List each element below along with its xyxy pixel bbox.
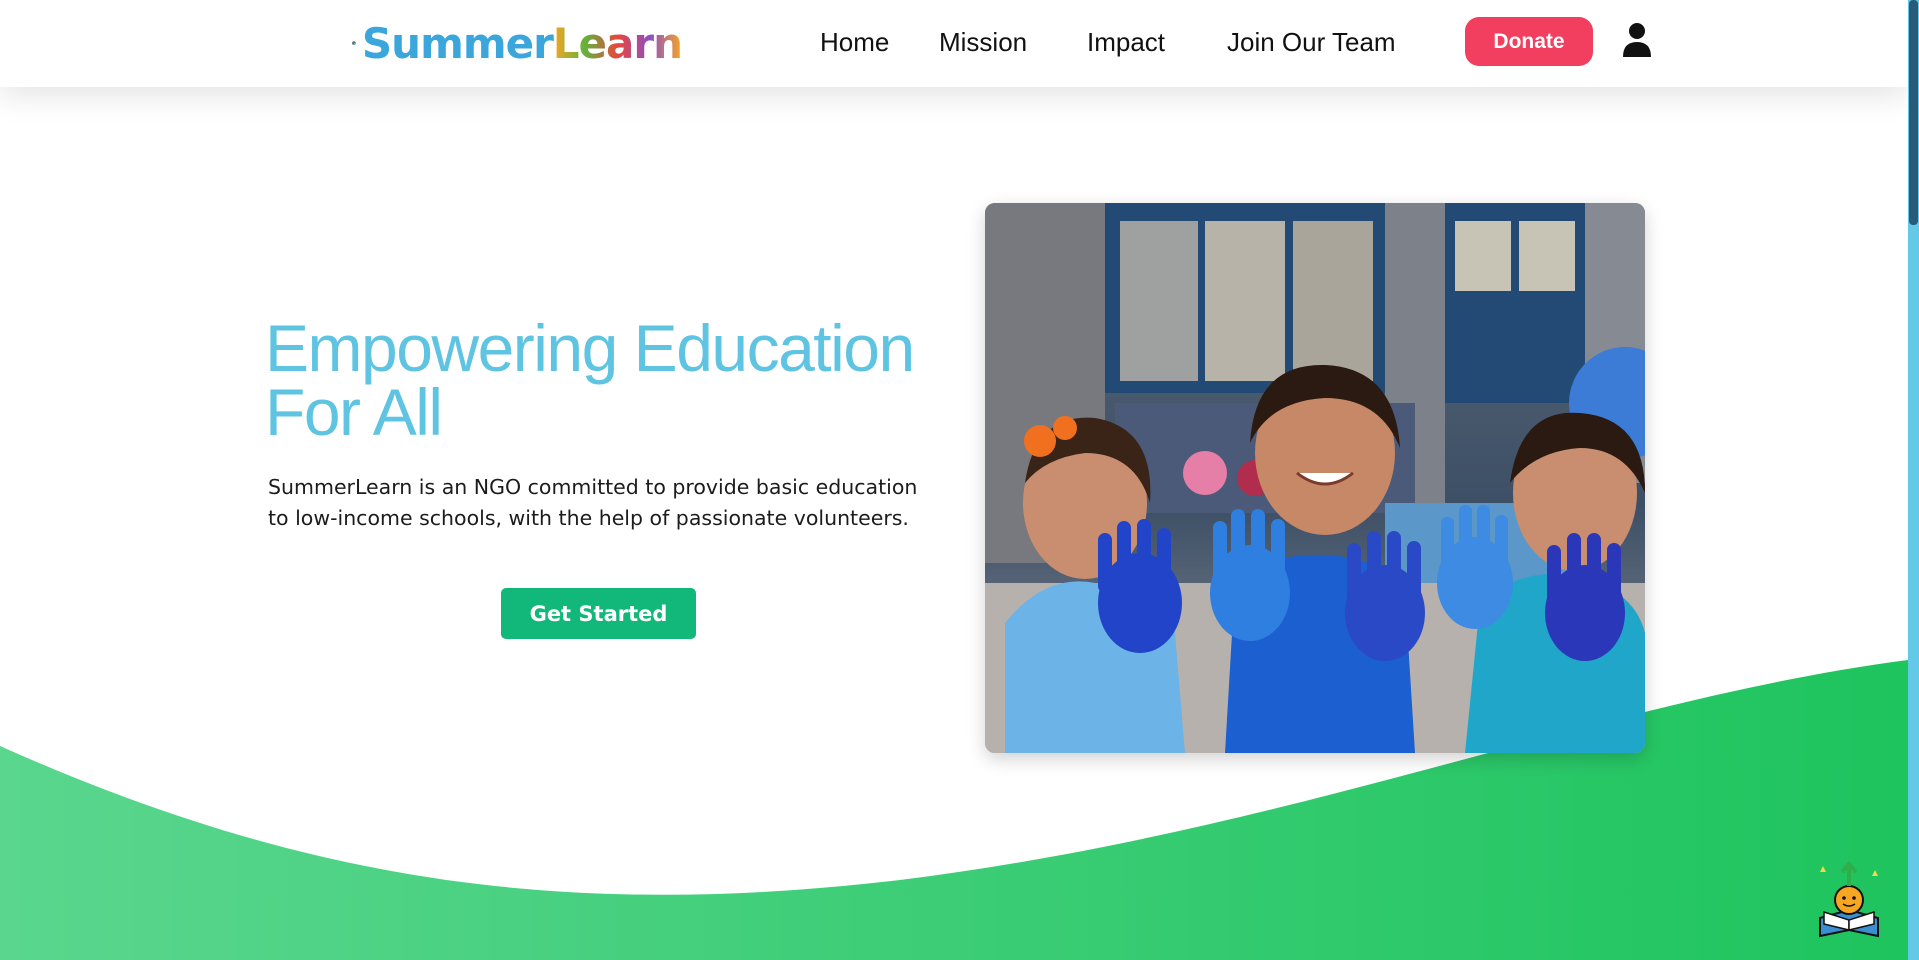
hero-description-line2: to low-income schools, with the help of …	[268, 506, 909, 530]
page-scrollbar[interactable]	[1908, 0, 1919, 960]
donate-button[interactable]: Donate	[1465, 17, 1593, 66]
book-mascot-icon[interactable]	[1810, 858, 1888, 942]
brand-logo[interactable]: Summer Learn	[352, 5, 683, 81]
brand-name: Summer Learn	[361, 18, 683, 68]
get-started-button[interactable]: Get Started	[501, 588, 696, 639]
scrollbar-thumb[interactable]	[1909, 0, 1918, 225]
hero-photo	[985, 203, 1645, 753]
hero-description-line1: SummerLearn is an NGO committed to provi…	[268, 475, 918, 499]
hero-title-line2: For All	[265, 375, 443, 449]
brand-name-summer: Summer	[361, 18, 554, 68]
hero-title-line1: Empowering Education	[265, 311, 915, 385]
book-sun-logo-icon	[352, 41, 356, 45]
children-painted-hands-image	[985, 203, 1645, 753]
hero-title: Empowering Education For All	[265, 315, 965, 445]
nav-home[interactable]: Home	[820, 22, 889, 62]
user-icon[interactable]	[1622, 22, 1652, 58]
nav-impact[interactable]: Impact	[1087, 22, 1165, 62]
brand-name-learn: Learn	[552, 18, 683, 68]
site-header: Summer Learn Home Mission Impact Join Our…	[0, 0, 1908, 87]
nav-join-our-team[interactable]: Join Our Team	[1227, 22, 1396, 62]
nav-mission[interactable]: Mission	[939, 22, 1027, 62]
hero-description: SummerLearn is an NGO committed to provi…	[268, 472, 968, 534]
